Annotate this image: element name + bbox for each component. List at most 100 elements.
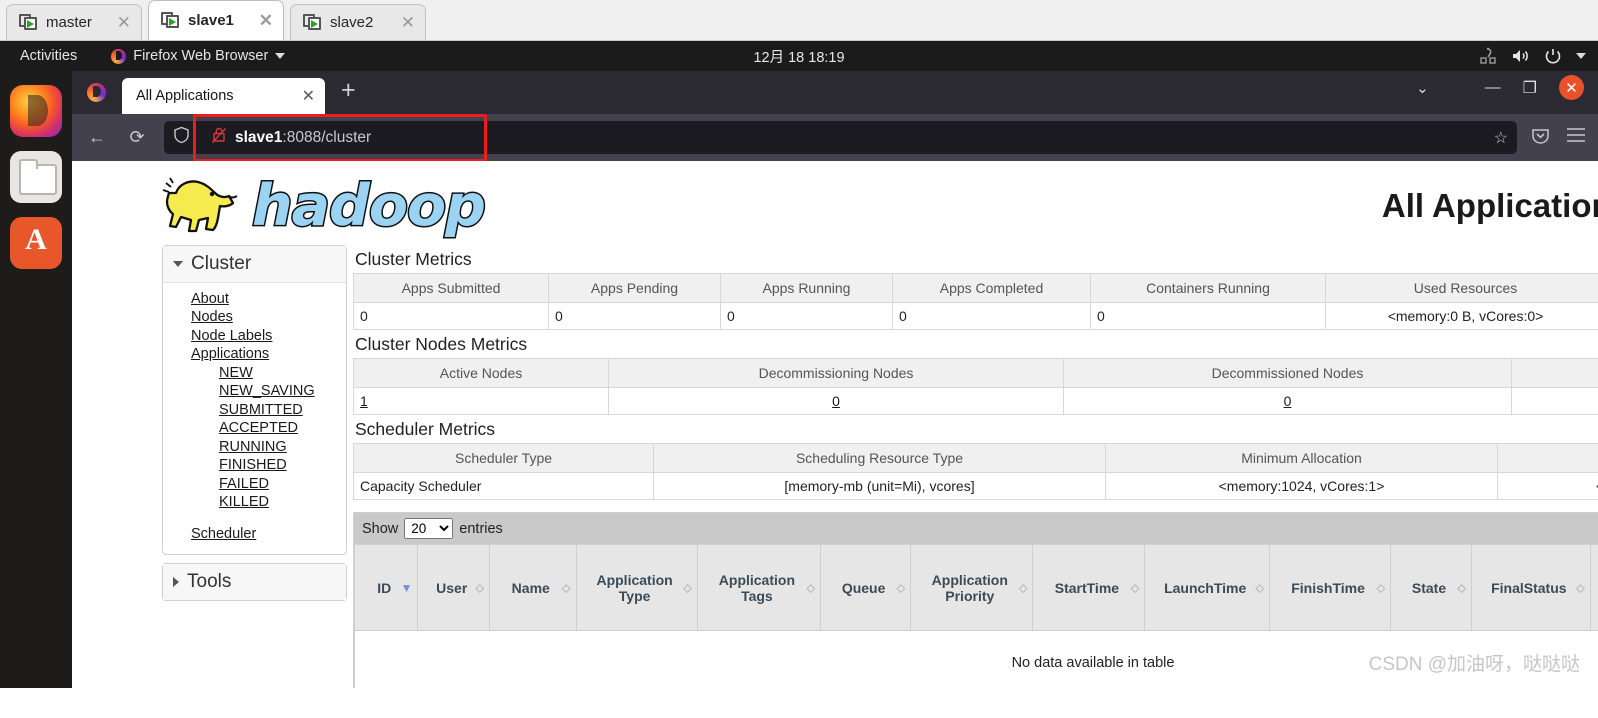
dock-software-center-icon[interactable] — [10, 217, 62, 269]
sort-icon: ◇ — [1576, 582, 1585, 594]
value-lost-nodes: 0 — [1511, 387, 1598, 415]
sidebar-item-about[interactable]: About — [163, 290, 346, 309]
sidebar-cluster-label: Cluster — [191, 253, 252, 274]
sidebar-item-new-saving[interactable]: NEW_SAVING — [163, 383, 346, 402]
accessibility-icon[interactable] — [1479, 47, 1497, 65]
column-finalstatus[interactable]: FinalStatus ◇ — [1470, 544, 1591, 631]
sidebar-item-killed[interactable]: KILLED — [163, 494, 346, 513]
app-menu-button[interactable]: Firefox Web Browser — [111, 48, 286, 64]
vm-tab-close-icon[interactable]: ✕ — [249, 12, 273, 29]
shield-icon[interactable] — [173, 126, 190, 149]
sidebar-item-running[interactable]: RUNNING — [163, 438, 346, 457]
save-to-pocket-icon[interactable] — [1531, 126, 1550, 150]
sidebar-item-submitted[interactable]: SUBMITTED — [163, 401, 346, 420]
sidebar-tools-label: Tools — [187, 570, 232, 592]
column-label: Application Tags — [718, 571, 796, 604]
column-name[interactable]: Name ◇ — [488, 544, 577, 631]
vm-tab-slave1[interactable]: slave1 ✕ — [148, 0, 284, 40]
close-window-button[interactable]: ✕ — [1559, 75, 1584, 100]
sort-icon: ◇ — [806, 582, 816, 594]
vm-tab-close-icon[interactable]: ✕ — [107, 14, 131, 31]
url-bar[interactable]: slave1:8088/cluster ☆ — [164, 114, 1517, 162]
url-path: :8088/cluster — [282, 128, 372, 146]
column-launchtime[interactable]: LaunchTime ◇ — [1144, 544, 1270, 631]
column-label: FinalStatus — [1491, 579, 1567, 596]
column-lost-nodes: Lost Nodes — [1511, 358, 1598, 388]
main-content: Cluster Metrics Apps Submitted Apps Pend… — [347, 245, 1598, 688]
minimize-button[interactable]: — — [1485, 79, 1501, 97]
sidebar-cluster-panel: Cluster About Nodes Node Labels Applicat… — [162, 245, 347, 555]
sort-icon: ◇ — [475, 582, 484, 594]
clock[interactable]: 12月 18 18:19 — [753, 46, 844, 67]
vm-tab-label: master — [46, 14, 92, 31]
chevron-down-icon[interactable]: ⌄ — [1416, 79, 1429, 97]
sidebar-tools-header[interactable]: Tools — [163, 563, 346, 600]
table-header-row: Scheduler Type Scheduling Resource Type … — [353, 443, 1598, 473]
decommissioning-nodes-link[interactable]: 0 — [832, 393, 840, 409]
chevron-down-icon[interactable] — [1576, 53, 1586, 59]
vm-tab-slave2[interactable]: slave2 ✕ — [290, 4, 426, 40]
column-apps-pending: Apps Pending — [548, 273, 721, 303]
hadoop-elephant-icon — [162, 177, 238, 233]
column-apps-submitted: Apps Submitted — [353, 273, 549, 303]
table-header-row: Active Nodes Decommissioning Nodes Decom… — [353, 358, 1598, 388]
column-application-priority[interactable]: Application Priority ◇ — [910, 544, 1034, 631]
sidebar-item-scheduler[interactable]: Scheduler — [163, 525, 346, 544]
chevron-down-icon — [275, 53, 286, 59]
column-active-nodes: Active Nodes — [353, 358, 609, 388]
sidebar-item-new[interactable]: NEW — [163, 364, 346, 383]
table-row: 0 0 0 0 0 <memory:0 B, vCores:0> <mem — [353, 302, 1598, 330]
decommissioned-nodes-link[interactable]: 0 — [1284, 393, 1292, 409]
page-size-select[interactable]: 20 50 100 — [404, 518, 454, 539]
column-finishtime[interactable]: FinishTime ◇ — [1268, 544, 1392, 631]
sidebar-item-nodes[interactable]: Nodes — [163, 309, 346, 328]
column-running-containers[interactable]: Running Containers◇ — [1589, 544, 1598, 631]
firefox-window: All Applications ✕ + ⌄ — ❐ ✕ ← ⟳ slave1:… — [72, 71, 1598, 688]
column-user[interactable]: User ◇ — [417, 544, 490, 631]
maximize-button[interactable]: ❐ — [1523, 78, 1537, 98]
sort-icon: ◇ — [562, 582, 571, 594]
vm-tab-close-icon[interactable]: ✕ — [391, 14, 415, 31]
value-decommissioned-nodes: 0 — [1063, 387, 1512, 415]
bookmark-star-icon[interactable]: ☆ — [1494, 128, 1508, 148]
url-text: slave1:8088/cluster — [235, 129, 371, 147]
active-nodes-link[interactable]: 1 — [360, 393, 368, 409]
column-application-tags[interactable]: Application Tags ◇ — [696, 544, 822, 631]
activities-button[interactable]: Activities — [12, 48, 85, 64]
url-highlight-region[interactable]: slave1:8088/cluster — [193, 114, 488, 162]
volume-icon[interactable] — [1511, 47, 1530, 65]
system-tray[interactable] — [1479, 47, 1586, 65]
table-header-row: ID ▼ User ◇ Name ◇ Application Type ◇ Applic… — [353, 544, 1598, 631]
firefox-logo-icon — [78, 71, 114, 114]
close-icon[interactable]: ✕ — [302, 86, 315, 106]
back-button[interactable]: ← — [84, 127, 110, 148]
column-id[interactable]: ID ▼ — [353, 544, 419, 631]
sort-icon: ◇ — [1255, 582, 1264, 594]
sidebar-item-node-labels[interactable]: Node Labels — [163, 327, 346, 346]
sidebar-item-accepted[interactable]: ACCEPTED — [163, 420, 346, 439]
browser-tab-all-applications[interactable]: All Applications ✕ — [122, 78, 325, 114]
reload-button[interactable]: ⟳ — [124, 127, 150, 148]
value-apps-submitted: 0 — [353, 302, 549, 330]
sidebar-item-applications[interactable]: Applications — [163, 346, 346, 365]
sidebar-cluster-header[interactable]: Cluster — [163, 246, 346, 283]
dock-files-icon[interactable] — [10, 151, 62, 203]
nav-right-controls — [1531, 126, 1586, 150]
value-active-nodes: 1 — [353, 387, 609, 415]
hamburger-menu-icon[interactable] — [1566, 127, 1586, 148]
value-apps-running: 0 — [720, 302, 893, 330]
sidebar-item-failed[interactable]: FAILED — [163, 475, 346, 494]
dock-firefox-icon[interactable] — [10, 85, 62, 137]
page-body: Cluster About Nodes Node Labels Applicat… — [72, 245, 1598, 688]
column-queue[interactable]: Queue ◇ — [820, 544, 912, 631]
table-row: Capacity Scheduler [memory-mb (unit=Mi),… — [353, 472, 1598, 500]
column-application-type[interactable]: Application Type ◇ — [575, 544, 698, 631]
column-starttime[interactable]: StartTime ◇ — [1032, 544, 1146, 631]
sidebar-item-finished[interactable]: FINISHED — [163, 457, 346, 476]
column-state[interactable]: State ◇ — [1390, 544, 1472, 631]
value-used-resources: <memory:0 B, vCores:0> — [1325, 302, 1598, 330]
hadoop-logo[interactable]: hadoop — [154, 171, 487, 241]
new-tab-button[interactable]: + — [325, 78, 370, 107]
power-icon[interactable] — [1544, 47, 1562, 65]
vm-tab-master[interactable]: master ✕ — [6, 4, 142, 40]
